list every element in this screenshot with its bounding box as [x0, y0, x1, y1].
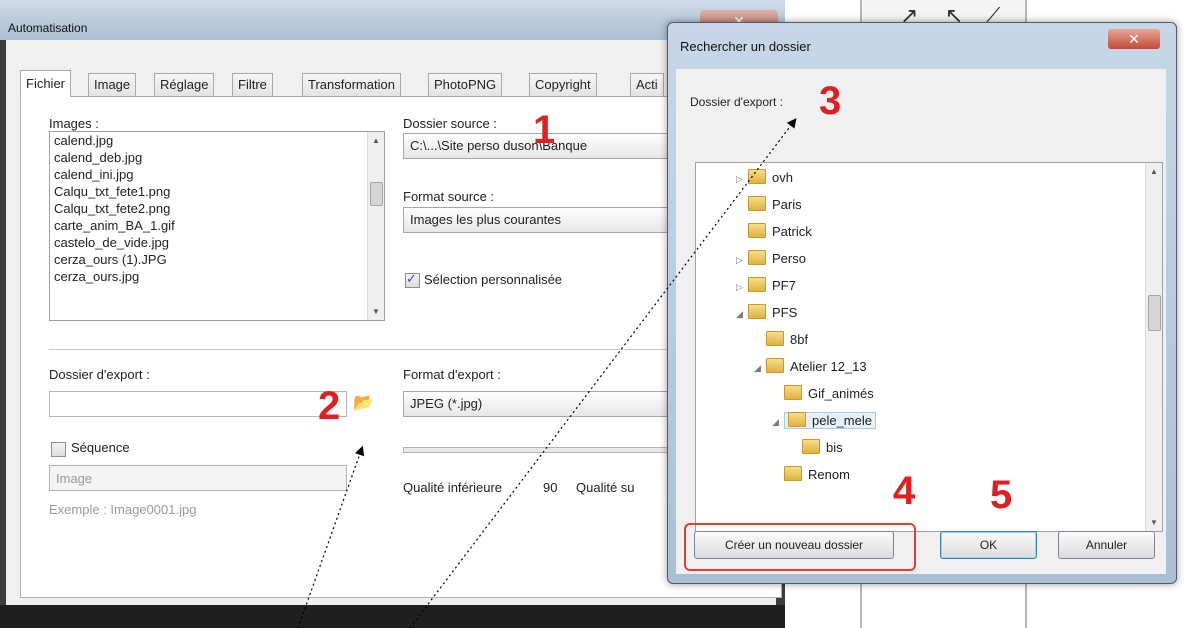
arrow-to-export-label — [409, 118, 797, 628]
annotation-arrows — [297, 118, 797, 628]
arrow-to-browse-icon — [297, 445, 365, 628]
